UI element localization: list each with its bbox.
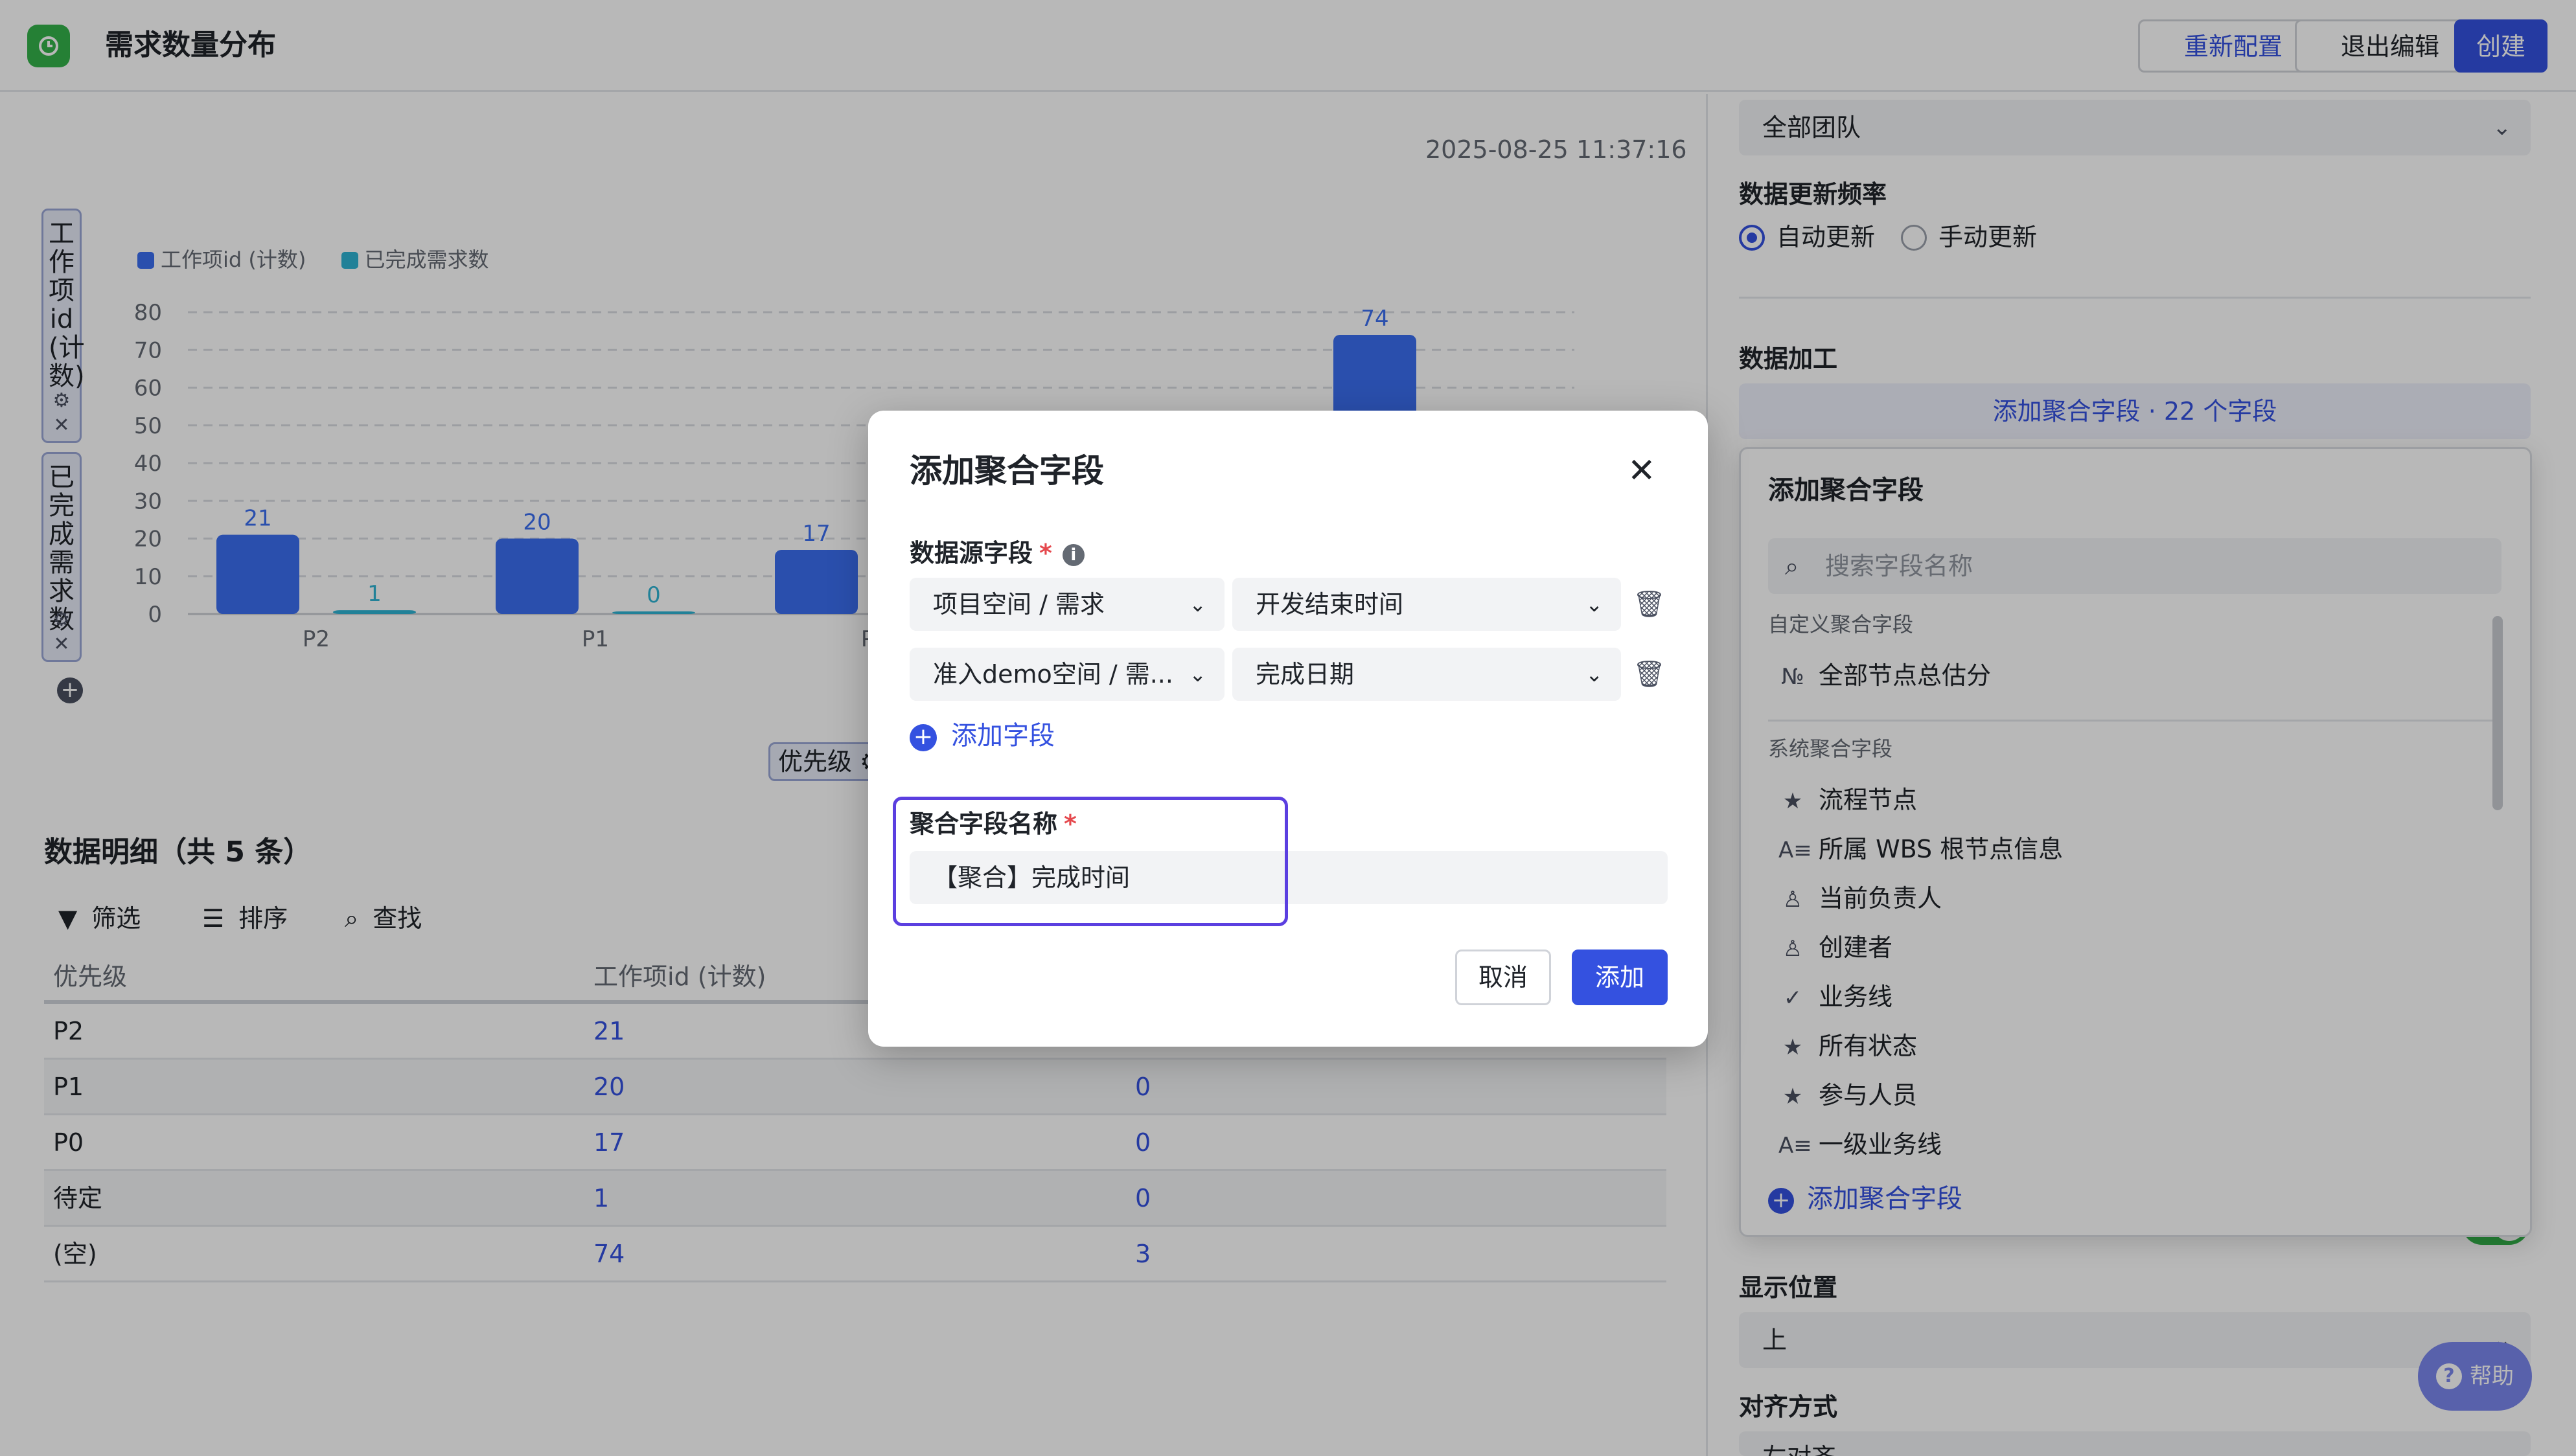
source-space-value: 准入demo空间 / 需... xyxy=(933,660,1173,688)
add-aggregate-field-modal: 添加聚合字段 ✕ 数据源字段 * i 项目空间 / 需求 ⌄ 开发结束时间 ⌄ 🗑 准入… xyxy=(868,411,1708,1047)
modal-title: 添加聚合字段 xyxy=(910,452,1104,490)
add-source-field-button[interactable]: + 添加字段 xyxy=(910,718,1055,754)
close-icon[interactable]: ✕ xyxy=(1627,448,1656,494)
add-source-field-label: 添加字段 xyxy=(951,721,1055,751)
source-space-select[interactable]: 项目空间 / 需求 ⌄ xyxy=(910,578,1225,631)
chevron-down-icon: ⌄ xyxy=(1189,662,1206,687)
plus-circle-icon: + xyxy=(910,724,937,751)
trash-icon[interactable]: 🗑 xyxy=(1633,578,1666,631)
cancel-button[interactable]: 取消 xyxy=(1455,950,1551,1005)
source-field-label: 数据源字段 * i xyxy=(910,536,1085,570)
source-field-select[interactable]: 完成日期 ⌄ xyxy=(1232,648,1621,701)
required-asterisk: * xyxy=(1039,539,1052,567)
source-space-value: 项目空间 / 需求 xyxy=(933,590,1105,619)
source-field-label-text: 数据源字段 xyxy=(910,539,1033,567)
aggregate-name-label-text: 聚合字段名称 xyxy=(910,810,1058,838)
source-field-value: 开发结束时间 xyxy=(1256,590,1404,619)
source-field-select[interactable]: 开发结束时间 ⌄ xyxy=(1232,578,1621,631)
page: 需求数量分布 重新配置 退出编辑 创建 2025-08-25 11:37:16 … xyxy=(0,0,2576,1456)
chevron-down-icon: ⌄ xyxy=(1585,592,1603,617)
info-icon[interactable]: i xyxy=(1062,544,1085,566)
aggregate-name-label: 聚合字段名称 * xyxy=(910,807,1077,841)
trash-icon[interactable]: 🗑 xyxy=(1633,648,1666,701)
add-button[interactable]: 添加 xyxy=(1572,950,1668,1005)
source-field-value: 完成日期 xyxy=(1256,660,1355,688)
required-asterisk: * xyxy=(1064,810,1077,838)
chevron-down-icon: ⌄ xyxy=(1189,592,1206,617)
chevron-down-icon: ⌄ xyxy=(1585,662,1603,687)
source-space-select[interactable]: 准入demo空间 / 需... ⌄ xyxy=(910,648,1225,701)
